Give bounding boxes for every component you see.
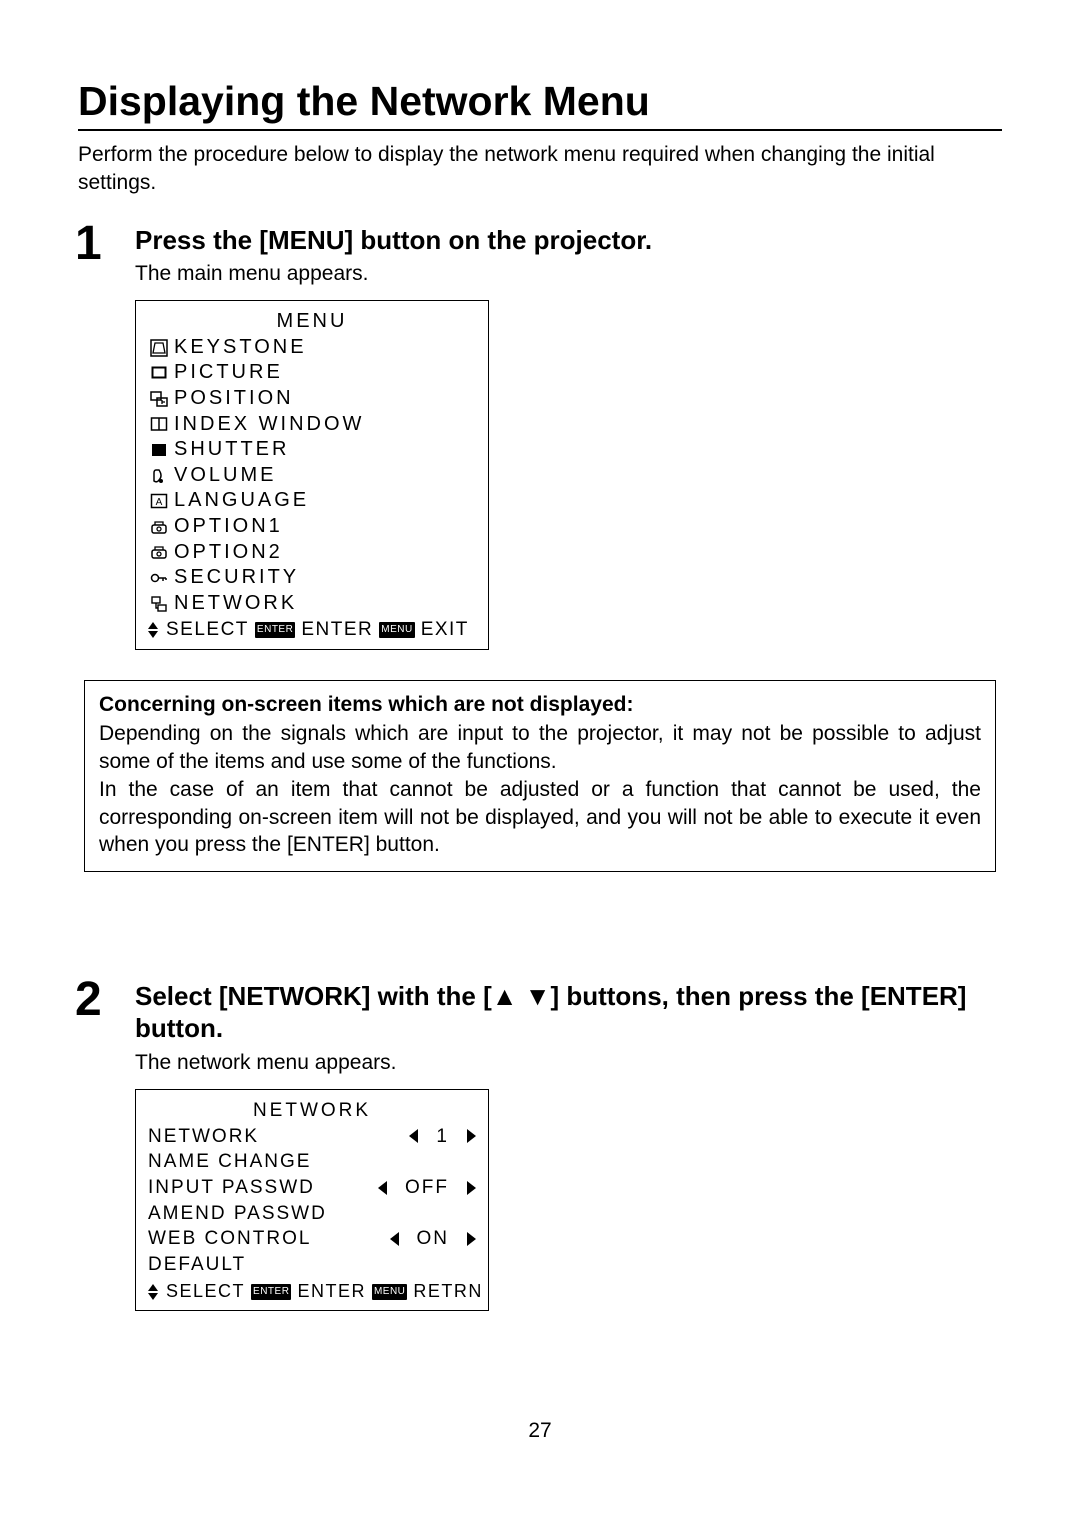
updown-arrows-icon xyxy=(148,622,158,638)
language-icon: A xyxy=(148,492,170,510)
step-2-desc: The network menu appears. xyxy=(135,1051,1002,1075)
position-icon xyxy=(148,390,170,408)
step-number: 1 xyxy=(75,220,135,268)
note-paragraph-1: Depending on the signals which are input… xyxy=(99,720,981,775)
option-icon xyxy=(148,543,170,561)
svg-text:A: A xyxy=(156,497,163,508)
network-icon xyxy=(148,595,170,613)
note-paragraph-2: In the case of an item that cannot be ad… xyxy=(99,776,981,859)
row-label: AMEND PASSWD xyxy=(148,1201,476,1227)
menu-item-picture: PICTURE xyxy=(148,360,476,386)
keystone-icon xyxy=(148,339,170,357)
menu-item-network: NETWORK xyxy=(148,591,476,617)
osd-foot: SELECT ENTER ENTER MENU EXIT xyxy=(148,618,476,642)
step-1-desc: The main menu appears. xyxy=(135,262,1002,286)
left-arrow-icon xyxy=(378,1181,387,1195)
right-arrow-icon xyxy=(467,1181,476,1195)
left-arrow-icon xyxy=(409,1129,418,1143)
index-window-icon xyxy=(148,415,170,433)
network-row-default: DEFAULT xyxy=(148,1252,476,1278)
osd-title: NETWORK xyxy=(148,1098,476,1124)
page-title: Displaying the Network Menu xyxy=(78,78,1002,125)
menu-item-index-window: INDEX WINDOW xyxy=(148,412,476,438)
step-1-title: Press the [MENU] button on the projector… xyxy=(135,224,1002,257)
menu-tag-icon: MENU xyxy=(379,622,414,638)
menu-item-security: SECURITY xyxy=(148,565,476,591)
menu-item-label: SHUTTER xyxy=(174,437,289,463)
right-arrow-icon xyxy=(467,1129,476,1143)
network-menu-osd: NETWORK NETWORK 1 NAME CHANGE INPUT xyxy=(135,1089,489,1311)
foot-select: SELECT xyxy=(166,618,249,642)
volume-icon xyxy=(148,467,170,485)
menu-item-label: POSITION xyxy=(174,386,294,412)
step-1: 1 Press the [MENU] button on the project… xyxy=(75,216,1002,680)
enter-tag-icon: ENTER xyxy=(251,1284,291,1300)
foot-enter: ENTER xyxy=(301,618,373,642)
network-row-amend-passwd: AMEND PASSWD xyxy=(148,1201,476,1227)
menu-item-label: NETWORK xyxy=(174,591,297,617)
row-value: OFF xyxy=(405,1175,449,1201)
page-number: 27 xyxy=(78,1419,1002,1443)
menu-item-label: INDEX WINDOW xyxy=(174,412,364,438)
menu-item-label: PICTURE xyxy=(174,360,283,386)
row-value: ON xyxy=(417,1226,450,1252)
menu-item-label: KEYSTONE xyxy=(174,335,307,361)
row-value: 1 xyxy=(436,1124,449,1150)
osd-foot: SELECT ENTER ENTER MENU RETRN xyxy=(148,1279,476,1303)
shutter-icon xyxy=(148,441,170,459)
osd-title: MENU xyxy=(148,309,476,335)
right-arrow-icon xyxy=(467,1232,476,1246)
step-2: 2 Select [NETWORK] with the [▲ ▼] button… xyxy=(75,972,1002,1341)
picture-icon xyxy=(148,364,170,382)
menu-item-label: LANGUAGE xyxy=(174,488,309,514)
step-number: 2 xyxy=(75,976,135,1024)
menu-item-position: POSITION xyxy=(148,386,476,412)
menu-item-volume: VOLUME xyxy=(148,463,476,489)
menu-item-shutter: SHUTTER xyxy=(148,437,476,463)
menu-item-option1: OPTION1 xyxy=(148,514,476,540)
menu-item-option2: OPTION2 xyxy=(148,540,476,566)
menu-item-label: VOLUME xyxy=(174,463,276,489)
left-arrow-icon xyxy=(390,1232,399,1246)
intro-text: Perform the procedure below to display t… xyxy=(78,141,1002,198)
step-2-title: Select [NETWORK] with the [▲ ▼] buttons,… xyxy=(135,980,1002,1045)
row-label: INPUT PASSWD xyxy=(148,1175,378,1201)
network-row-name-change: NAME CHANGE xyxy=(148,1149,476,1175)
row-label: DEFAULT xyxy=(148,1252,476,1278)
enter-tag-icon: ENTER xyxy=(255,622,295,638)
row-label: NETWORK xyxy=(148,1124,409,1150)
note-box: Concerning on-screen items which are not… xyxy=(84,680,996,872)
menu-tag-icon: MENU xyxy=(372,1284,407,1300)
menu-item-language: A LANGUAGE xyxy=(148,488,476,514)
foot-retrn: RETRN xyxy=(413,1279,483,1303)
network-row-network: NETWORK 1 xyxy=(148,1124,476,1150)
title-rule xyxy=(78,129,1002,131)
network-row-input-passwd: INPUT PASSWD OFF xyxy=(148,1175,476,1201)
option-icon xyxy=(148,518,170,536)
row-label: NAME CHANGE xyxy=(148,1149,476,1175)
main-menu-osd: MENU KEYSTONE PICTURE xyxy=(135,300,489,649)
menu-item-label: OPTION2 xyxy=(174,540,283,566)
updown-arrows-icon xyxy=(148,1284,158,1300)
security-icon xyxy=(148,569,170,587)
foot-exit: EXIT xyxy=(421,618,469,642)
menu-item-label: OPTION1 xyxy=(174,514,283,540)
network-row-web-control: WEB CONTROL ON xyxy=(148,1226,476,1252)
menu-item-label: SECURITY xyxy=(174,565,299,591)
note-title: Concerning on-screen items which are not… xyxy=(99,691,981,719)
foot-select: SELECT xyxy=(166,1279,245,1303)
row-label: WEB CONTROL xyxy=(148,1226,390,1252)
foot-enter: ENTER xyxy=(297,1279,366,1303)
menu-item-keystone: KEYSTONE xyxy=(148,335,476,361)
